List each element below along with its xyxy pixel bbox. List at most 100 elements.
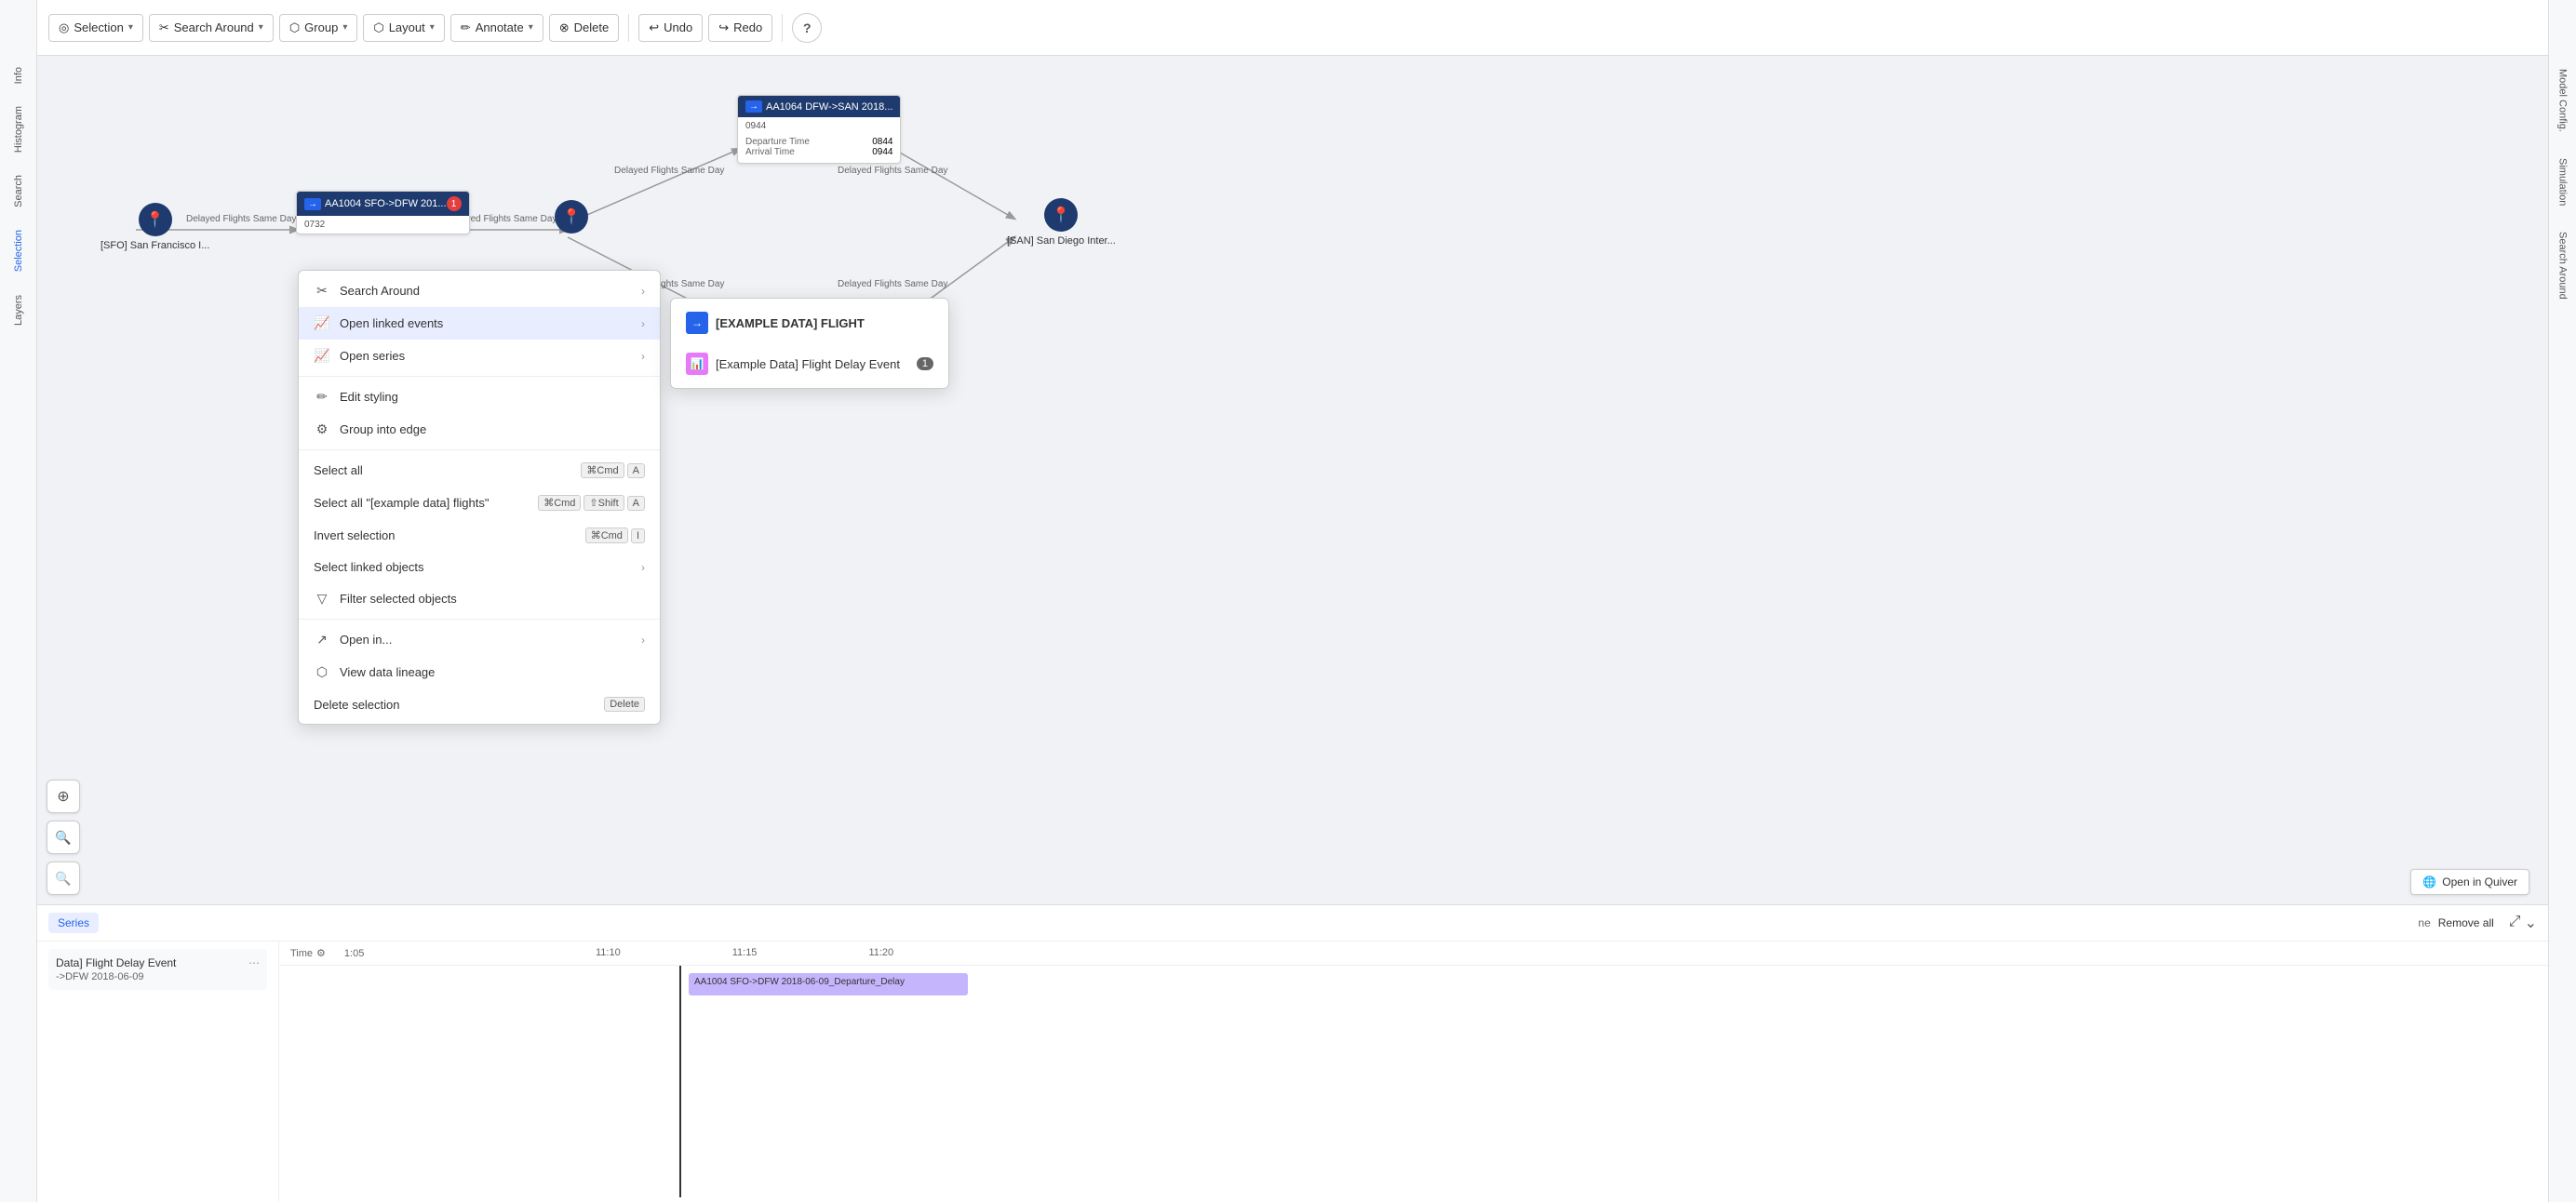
san-node[interactable]: 📍 [SAN] San Diego Inter... (1007, 198, 1116, 247)
search-around-chevron-icon: ▾ (259, 22, 263, 33)
sidebar-item-model-config[interactable]: Model Config. (2550, 56, 2576, 145)
menu-item-search-around[interactable]: ✂ Search Around › (299, 274, 660, 307)
aa1004-node[interactable]: → AA1004 SFO->DFW 201... 1 0732 (296, 191, 470, 234)
layout-label: Layout (389, 20, 425, 34)
menu-view-lineage-label: View data lineage (340, 665, 435, 679)
sidebar-item-histogram[interactable]: Histogram (6, 95, 32, 164)
timeline-time-1: 1:05 (344, 948, 364, 959)
open-linked-icon: 📈 (314, 315, 330, 331)
submenu-flight-delay-badge: 1 (917, 357, 933, 370)
series-item-title: Data] Flight Delay Event (56, 956, 176, 969)
left-controls: ⊕ 🔍 🔍 (47, 780, 80, 895)
aa1064-arr-value: 0944 (872, 147, 892, 157)
menu-item-invert-selection[interactable]: Invert selection ⌘Cmd I (299, 519, 660, 552)
selection-icon: ◎ (59, 20, 69, 35)
aa1004-header: AA1004 SFO->DFW 201... (325, 198, 447, 209)
series-tab[interactable]: Series (48, 913, 99, 933)
delete-icon: ⊗ (559, 20, 570, 35)
menu-item-edit-styling[interactable]: ✏ Edit styling (299, 381, 660, 413)
toolbar-separator-1 (628, 14, 629, 42)
a-key-2: A (627, 496, 645, 511)
menu-search-around-label: Search Around (340, 284, 420, 298)
timeline-header: Time ⚙ 1:05 11:10 11:15 11:20 (279, 942, 2548, 966)
menu-item-filter-selected[interactable]: ▽ Filter selected objects (299, 582, 660, 615)
undo-label: Undo (664, 20, 692, 34)
layout-icon: ⬡ (373, 20, 383, 35)
right-sidebar: Model Config. Simulation Search Around (2548, 0, 2576, 1202)
series-item-menu-icon[interactable]: ⋯ (248, 956, 260, 969)
timeline-body[interactable]: AA1004 SFO->DFW 2018-06-09_Departure_Del… (279, 966, 2548, 1197)
menu-item-open-linked[interactable]: 📈 Open linked events › (299, 307, 660, 340)
timeline-time-2: 11:10 (596, 947, 621, 958)
help-button[interactable]: ? (792, 13, 822, 43)
redo-icon: ↪ (718, 20, 729, 35)
sidebar-item-simulation[interactable]: Simulation (2550, 145, 2576, 219)
group-edge-icon: ⚙ (314, 421, 330, 437)
series-list-item[interactable]: Data] Flight Delay Event ⋯ ->DFW 2018-06… (48, 949, 267, 990)
remove-all-button[interactable]: Remove all (2438, 916, 2494, 929)
undo-icon: ↩ (649, 20, 659, 35)
menu-item-view-lineage[interactable]: ⬡ View data lineage (299, 656, 660, 688)
sidebar-item-search-around[interactable]: Search Around (2550, 219, 2576, 313)
menu-delete-selection-label: Delete selection (314, 698, 400, 712)
annotate-button[interactable]: ✏ Annotate ▾ (450, 14, 543, 42)
sidebar-item-search[interactable]: Search (6, 164, 32, 219)
timeline-bar[interactable]: AA1004 SFO->DFW 2018-06-09_Departure_Del… (689, 973, 968, 995)
submenu-item-flight-delay[interactable]: 📊 [Example Data] Flight Delay Event 1 (671, 343, 948, 384)
search-around-button[interactable]: ✂ Search Around ▾ (149, 14, 274, 42)
submenu-flight-delay-icon: 📊 (686, 353, 708, 375)
selection-button[interactable]: ◎ Selection ▾ (48, 14, 143, 42)
aa1064-node[interactable]: → AA1064 DFW->SAN 2018... 0944 Departure… (737, 95, 901, 164)
menu-edit-styling-label: Edit styling (340, 390, 398, 404)
zoom-out-button[interactable]: 🔍 (47, 861, 80, 895)
edge-label-3: Delayed Flights Same Day (614, 166, 724, 176)
open-quiver-button[interactable]: 🌐 Open in Quiver (2410, 869, 2529, 895)
menu-open-series-label: Open series (340, 349, 405, 363)
search-around-label: Search Around (174, 20, 254, 34)
cmd-key-3: ⌘Cmd (585, 528, 628, 543)
sidebar-item-layers[interactable]: Layers (6, 284, 32, 337)
menu-item-select-all[interactable]: Select all ⌘Cmd A (299, 454, 660, 487)
mid-node[interactable]: 📍 (555, 200, 588, 234)
select-tool-button[interactable]: ⊕ (47, 780, 80, 813)
toolbar: ◎ Selection ▾ ✂ Search Around ▾ ⬡ Group … (37, 0, 2576, 56)
cmd-key-2: ⌘Cmd (538, 495, 581, 511)
layout-button[interactable]: ⬡ Layout ▾ (363, 14, 444, 42)
open-linked-chevron-icon: › (641, 317, 645, 330)
group-chevron-icon: ▾ (342, 22, 347, 33)
open-series-chevron-icon: › (641, 350, 645, 363)
submenu-title: → [EXAMPLE DATA] FLIGHT (671, 302, 948, 343)
layout-chevron-icon: ▾ (430, 22, 435, 33)
quiver-icon: 🌐 (2422, 875, 2436, 888)
menu-item-open-series[interactable]: 📈 Open series › (299, 340, 660, 372)
selection-label: Selection (74, 20, 123, 34)
a-key: A (627, 463, 645, 478)
sidebar-item-info[interactable]: Info (6, 56, 32, 95)
time-settings-icon[interactable]: ⚙ (316, 947, 326, 959)
delete-key: Delete (604, 697, 645, 712)
zoom-in-button[interactable]: 🔍 (47, 821, 80, 854)
panel-time-label: ne (2418, 916, 2430, 929)
menu-item-group-edge[interactable]: ⚙ Group into edge (299, 413, 660, 446)
delete-button[interactable]: ⊗ Delete (549, 14, 619, 42)
group-button[interactable]: ⬡ Group ▾ (279, 14, 358, 42)
select-all-shortcut: ⌘Cmd A (581, 462, 645, 478)
search-around-menu-icon: ✂ (314, 283, 330, 299)
panel-expand-icon[interactable]: ⤢ (2509, 914, 2521, 932)
panel-timeline: Time ⚙ 1:05 11:10 11:15 11:20 AA1004 SFO… (279, 942, 2548, 1201)
menu-item-delete-selection[interactable]: Delete selection Delete (299, 688, 660, 720)
menu-item-select-linked[interactable]: Select linked objects › (299, 552, 660, 582)
group-icon: ⬡ (289, 20, 300, 35)
redo-button[interactable]: ↪ Redo (708, 14, 772, 42)
timeline-time-4: 11:20 (868, 947, 893, 958)
annotate-label: Annotate (476, 20, 524, 34)
menu-item-open-in[interactable]: ↗ Open in... › (299, 623, 660, 656)
panel-collapse-icon[interactable]: ⌄ (2525, 914, 2537, 932)
select-linked-chevron-icon: › (641, 561, 645, 574)
sfo-node[interactable]: 📍 [SFO] San Francisco I... (101, 203, 209, 251)
undo-button[interactable]: ↩ Undo (638, 14, 703, 42)
sidebar-item-selection[interactable]: Selection (6, 219, 32, 283)
menu-item-select-all-type[interactable]: Select all "[example data] flights" ⌘Cmd… (299, 487, 660, 519)
submenu-title-label: [EXAMPLE DATA] FLIGHT (716, 316, 865, 330)
sfo-label: [SFO] San Francisco I... (101, 240, 209, 251)
